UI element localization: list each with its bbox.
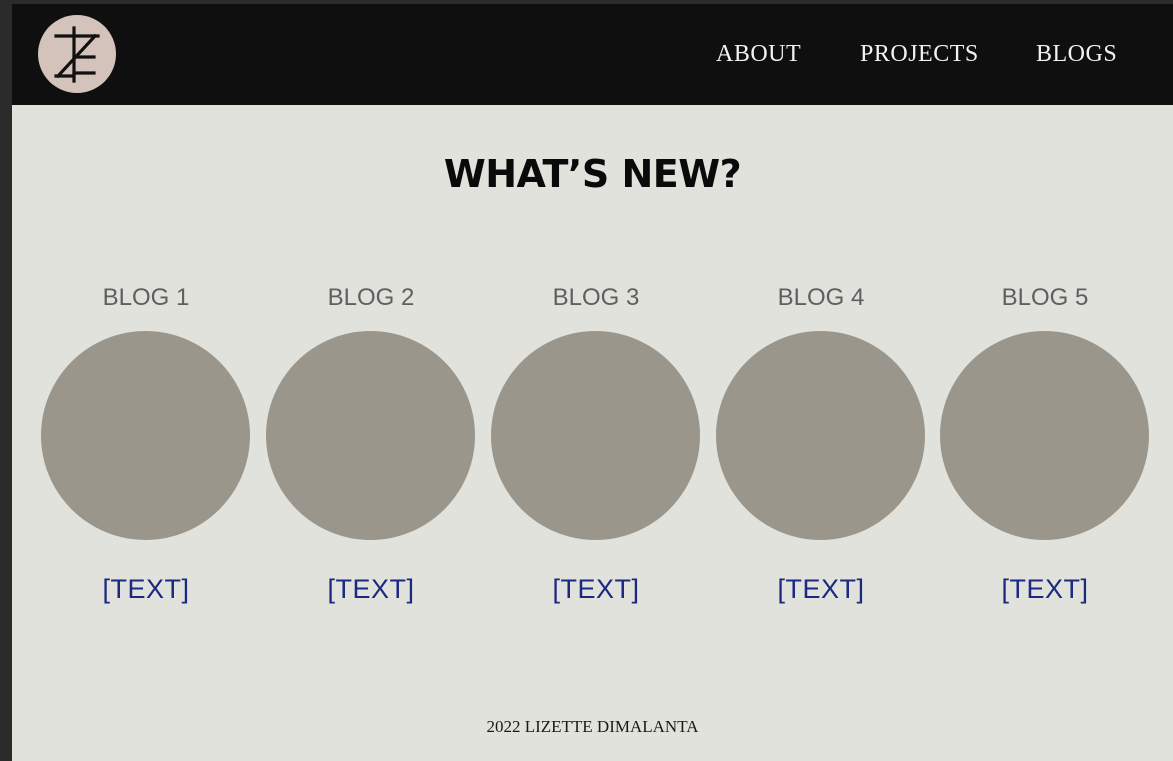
blog-image[interactable] [266,331,475,540]
blog-image[interactable] [41,331,250,540]
nav-projects[interactable]: PROJECTS [860,40,979,68]
blog-text-link[interactable]: [TEXT] [716,574,926,604]
blog-image[interactable] [491,331,700,540]
blog-text-link[interactable]: [TEXT] [266,574,476,604]
blog-label: BLOG 5 [1001,284,1089,311]
blog-label: BLOG 4 [777,284,865,311]
blog-label: BLOG 3 [552,284,640,311]
blog-card-1: BLOG 1 [TEXT] [41,284,251,614]
blog-image[interactable] [940,331,1149,540]
nav-blogs[interactable]: BLOGS [1036,40,1117,68]
blog-label: BLOG 2 [327,284,415,311]
nav-about[interactable]: ABOUT [716,40,801,68]
blog-label: BLOG 1 [102,284,190,311]
logo[interactable] [38,15,116,93]
blog-text-link[interactable]: [TEXT] [41,574,251,604]
blog-card-5: BLOG 5 [TEXT] [940,284,1150,614]
blog-text-link[interactable]: [TEXT] [940,574,1150,604]
blog-card-4: BLOG 4 [TEXT] [716,284,926,614]
blog-text-link[interactable]: [TEXT] [491,574,701,604]
blog-card-3: BLOG 3 [TEXT] [491,284,701,614]
blog-card-2: BLOG 2 [TEXT] [266,284,476,614]
navbar: ABOUT PROJECTS BLOGS [12,4,1173,105]
monogram-logo-icon [54,26,100,83]
footer-copyright: 2022 LIZETTE DIMALANTA [486,717,699,736]
page-title: WHAT’S NEW? [443,152,742,196]
page-frame: ABOUT PROJECTS BLOGS WHAT’S NEW? BLOG 1 … [12,4,1173,761]
blog-image[interactable] [716,331,925,540]
